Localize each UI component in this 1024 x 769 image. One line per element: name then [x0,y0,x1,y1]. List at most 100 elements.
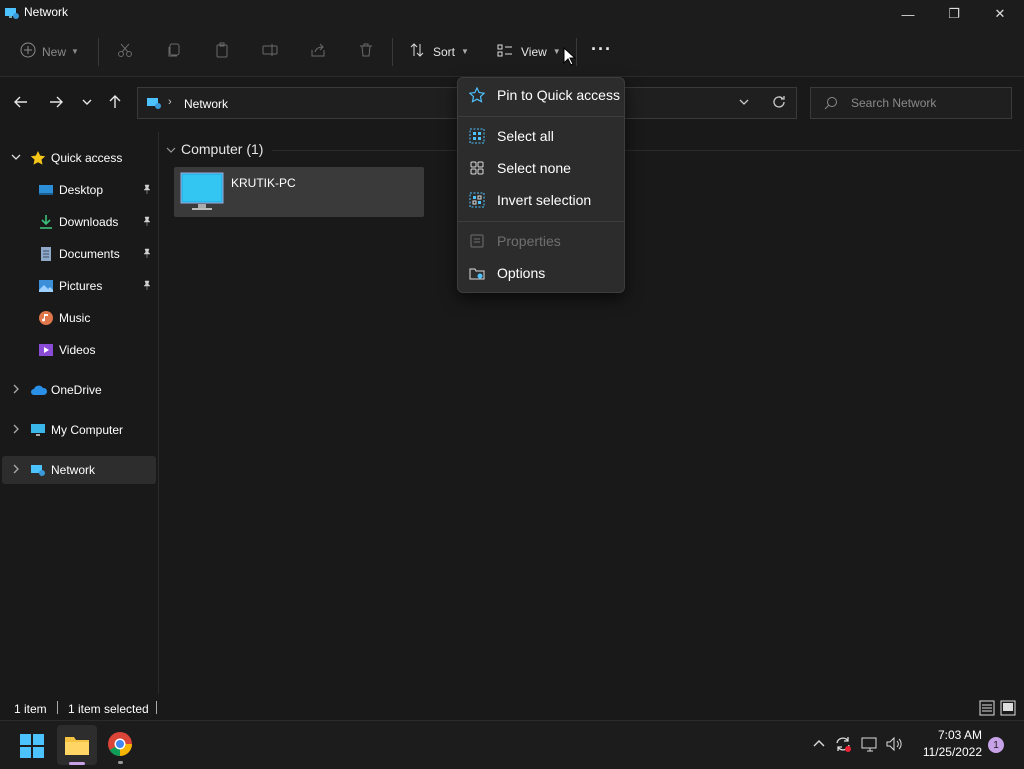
forward-button[interactable] [45,92,67,114]
show-hidden-icons-button[interactable] [812,737,826,754]
search-box[interactable] [810,87,1012,119]
menu-item-label: Options [497,265,546,281]
refresh-button[interactable] [772,95,786,112]
recent-locations-button[interactable] [76,92,98,114]
menu-item-select-all[interactable]: Select all [462,121,620,151]
notification-badge[interactable]: 1 [988,737,1004,753]
pin-icon [142,280,152,293]
taskbar-chrome[interactable] [107,731,133,764]
sort-button[interactable]: Sort ▼ [409,42,469,61]
toolbar-divider [98,38,99,66]
network-status-icon[interactable] [861,735,879,756]
cut-button[interactable] [117,42,133,61]
search-input[interactable] [849,95,1003,111]
sync-status-icon[interactable] [834,735,852,756]
file-item-krutik-pc[interactable]: KRUTIK-PC [174,167,424,217]
network-app-icon [4,5,20,24]
minimize-button[interactable]: — [885,0,931,28]
menu-item-invert-selection[interactable]: Invert selection [462,185,620,215]
see-more-button[interactable]: ··· [591,39,612,60]
toolbar-divider [392,38,393,66]
sidebar-item-documents[interactable]: Documents [2,240,156,268]
windows-logo-icon [20,734,44,758]
sidebar-item-label: Documents [59,247,120,261]
sidebar-item-pictures[interactable]: Pictures [2,272,156,300]
trash-icon [358,42,374,61]
address-dropdown-button[interactable] [738,96,750,111]
pin-icon [142,216,152,229]
sidebar-item-label: Videos [59,343,96,357]
up-button[interactable] [104,92,126,114]
view-button[interactable]: View ▼ [497,42,561,61]
menu-item-label: Pin to Quick access [497,87,620,103]
paste-icon [214,42,230,61]
plus-circle-icon [20,42,36,61]
chevron-right-icon[interactable] [11,384,21,397]
pictures-icon [38,278,54,297]
details-view-button[interactable] [979,700,995,719]
start-button[interactable] [20,734,44,761]
share-button[interactable] [310,42,326,61]
back-button[interactable] [10,92,32,114]
chevron-down-icon[interactable] [11,152,21,165]
sidebar-item-label: Music [59,311,91,325]
sidebar-item-my-computer[interactable]: My Computer [2,416,156,444]
active-indicator [69,762,85,765]
refresh-icon [773,96,785,108]
sidebar-item-downloads[interactable]: Downloads [2,208,156,236]
item-count: 1 item [14,702,47,716]
copy-button[interactable] [166,42,182,61]
pin-icon [142,248,152,261]
sidebar-item-label: OneDrive [51,383,102,397]
status-divider [57,701,58,714]
invert-selection-icon [469,192,485,208]
close-button[interactable]: ✕ [977,0,1023,28]
chevron-right-icon[interactable] [11,464,21,477]
chevron-down-icon [166,147,176,153]
tiles-view-button[interactable] [1000,700,1016,719]
menu-item-pin-to-quick-access[interactable]: Pin to Quick access [462,80,620,110]
taskbar: 7:03 AM 11/25/2022 1 [0,720,1024,769]
monitor-icon [180,172,224,215]
group-header[interactable]: Computer (1) [181,141,263,157]
breadcrumb-network[interactable]: Network [184,97,228,111]
sidebar-item-music[interactable]: Music [2,304,156,332]
menu-divider [458,116,624,117]
sidebar-item-videos[interactable]: Videos [2,336,156,364]
chevron-right-icon[interactable] [11,424,21,437]
computer-icon [30,422,46,441]
network-icon [146,95,162,114]
menu-item-label: Select all [497,128,554,144]
mouse-cursor [563,46,577,70]
sidebar-item-onedrive[interactable]: OneDrive [2,376,156,404]
clock-time: 7:03 AM [937,728,982,742]
sidebar-item-network[interactable]: Network [2,456,156,484]
selected-count: 1 item selected [68,702,149,716]
sidebar-item-desktop[interactable]: Desktop [2,176,156,204]
volume-icon[interactable] [885,735,903,756]
sort-icon [409,42,425,61]
new-button[interactable]: New ▼ [20,42,79,61]
delete-button[interactable] [358,42,374,61]
paste-button[interactable] [214,42,230,61]
folder-icon [64,734,90,759]
see-more-menu: Pin to Quick access Select all Select no… [457,77,625,293]
menu-item-properties[interactable]: Properties [462,226,620,256]
sidebar-item-label: Pictures [59,279,103,293]
documents-icon [38,246,54,265]
menu-item-options[interactable]: Options [462,258,620,288]
clock[interactable]: 7:03 AM 11/25/2022 [912,728,982,759]
status-divider [156,701,157,714]
select-none-icon [469,160,485,176]
chevron-down-icon: ▼ [461,47,469,56]
desktop-icon [38,182,54,201]
maximize-button[interactable]: ❐ [931,0,977,28]
network-icon [30,462,46,481]
chrome-icon [107,732,133,760]
tiles-view-icon [1000,700,1016,716]
group-collapse-button[interactable] [166,144,176,158]
taskbar-file-explorer[interactable] [57,725,97,765]
rename-button[interactable] [262,42,278,61]
sidebar-item-quick-access[interactable]: Quick access [2,144,156,172]
menu-item-select-none[interactable]: Select none [462,153,620,183]
